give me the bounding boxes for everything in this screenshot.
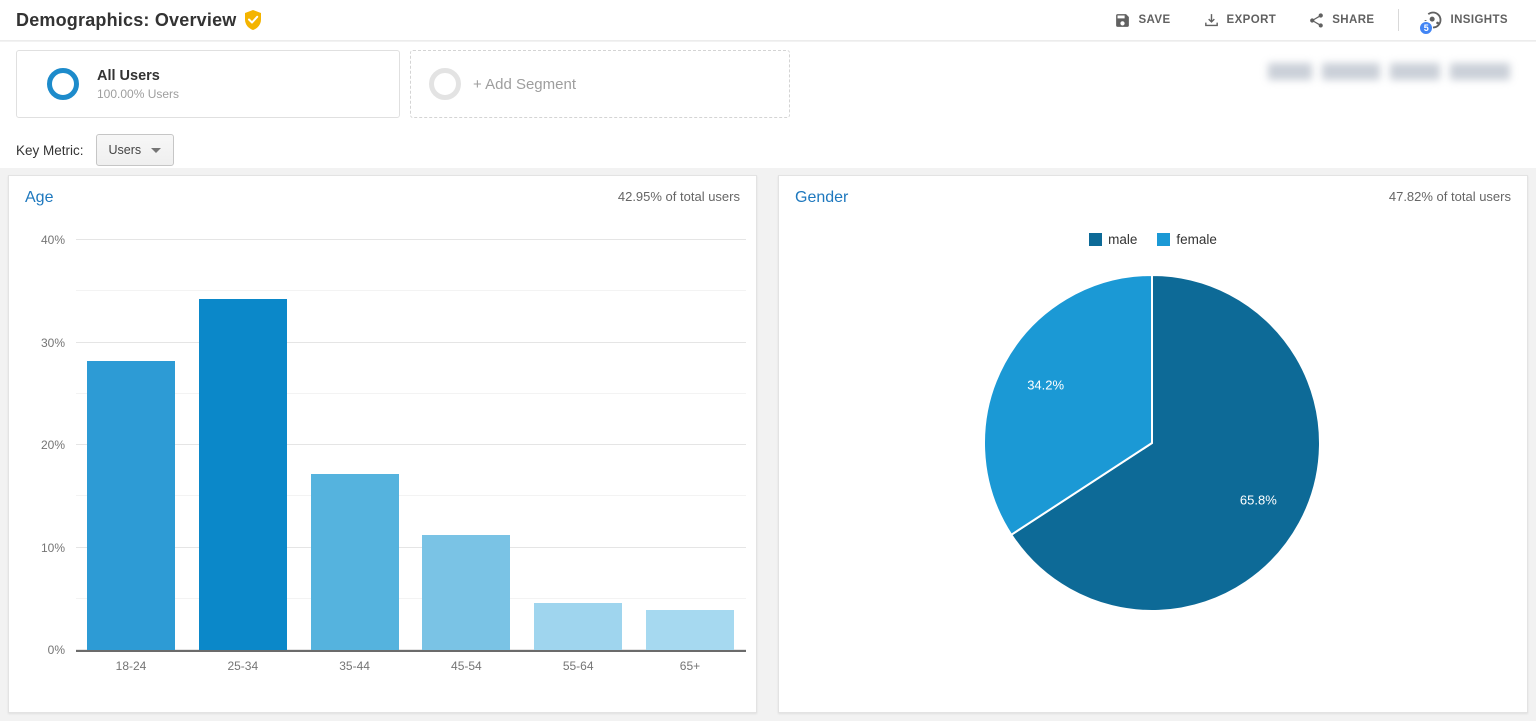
add-segment-circle-icon [429, 68, 461, 100]
export-label: EXPORT [1227, 14, 1277, 26]
bars-row: 18-24 25-34 35-44 45-54 55-64 65+ [87, 240, 734, 650]
page-title-text: Demographics: Overview [16, 10, 236, 31]
age-panel-header: Age 42.95% of total users [9, 176, 756, 207]
blurred-text [1268, 63, 1312, 80]
insights-button[interactable]: 5 INSIGHTS [1409, 2, 1522, 38]
x-axis-tick-label: 25-34 [199, 659, 287, 673]
blurred-text [1390, 63, 1440, 80]
save-button[interactable]: SAVE [1100, 4, 1184, 37]
bar-25-34[interactable] [199, 299, 287, 650]
gender-panel: Gender 47.82% of total users male female… [778, 175, 1528, 713]
gender-pie-svg: 65.8% 34.2% [779, 176, 1529, 714]
y-axis-tick-label: 20% [41, 438, 65, 452]
toolbar-divider [1398, 9, 1399, 31]
segment-all-users[interactable]: All Users 100.00% Users [16, 50, 400, 118]
insights-icon: 5 [1423, 10, 1443, 30]
age-panel: Age 42.95% of total users 0% 10% 20% 30% 40%… [8, 175, 757, 713]
y-axis-tick-label: 0% [48, 643, 65, 657]
key-metric-row: Key Metric: Users [16, 132, 174, 168]
blurred-text [1450, 63, 1510, 80]
save-icon [1114, 12, 1131, 29]
insights-badge-count: 5 [1419, 21, 1433, 35]
share-icon [1308, 12, 1325, 29]
bar-slot: 18-24 [87, 240, 175, 650]
add-segment-label: + Add Segment [473, 76, 576, 93]
add-segment-button[interactable]: + Add Segment [410, 50, 790, 118]
key-metric-dropdown[interactable]: Users [96, 134, 175, 166]
segment-subtitle: 100.00% Users [97, 87, 179, 101]
bar-slot: 55-64 [534, 240, 622, 650]
age-panel-title-link[interactable]: Age [25, 189, 53, 207]
insights-label: INSIGHTS [1450, 14, 1508, 26]
age-bar-plot: 0%10%20%30%40%18-2425-3435-4445-5455-646… [76, 240, 746, 652]
save-label: SAVE [1138, 14, 1170, 26]
bar-45-54[interactable] [422, 535, 510, 650]
top-bar: Demographics: Overview SAVE EXPORT [0, 0, 1536, 41]
x-axis-tick-label: 55-64 [534, 659, 622, 673]
x-axis-tick-label: 35-44 [311, 659, 399, 673]
pie-slice-label-female: 34.2% [1027, 377, 1064, 392]
bar-35-44[interactable] [311, 474, 399, 650]
segments-section: All Users 100.00% Users + Add Segment Ke… [0, 42, 1536, 168]
bar-slot: 65+ [646, 240, 734, 650]
date-range-selector-blurred[interactable] [1268, 56, 1510, 86]
y-axis-tick-label: 10% [41, 541, 65, 555]
bar-18-24[interactable] [87, 361, 175, 650]
top-actions: SAVE EXPORT SHARE [1100, 2, 1522, 38]
bar-slot: 45-54 [422, 240, 510, 650]
age-total-users-text: 42.95% of total users [618, 189, 740, 204]
x-axis-tick-label: 65+ [646, 659, 734, 673]
shield-check-icon [244, 10, 262, 30]
segment-circle-icon [47, 68, 79, 100]
key-metric-selected-value: Users [109, 143, 142, 157]
export-button[interactable]: EXPORT [1189, 4, 1291, 37]
share-label: SHARE [1332, 14, 1374, 26]
chevron-down-icon [151, 148, 161, 153]
segment-title: All Users [97, 67, 179, 87]
bar-65+[interactable] [646, 610, 734, 650]
key-metric-label: Key Metric: [16, 143, 84, 158]
bar-slot: 35-44 [311, 240, 399, 650]
y-axis-tick-label: 30% [41, 336, 65, 350]
x-axis-tick-label: 18-24 [87, 659, 175, 673]
bar-55-64[interactable] [534, 603, 622, 650]
share-button[interactable]: SHARE [1294, 4, 1388, 37]
page-title: Demographics: Overview [16, 10, 262, 31]
pie-slice-label-male: 65.8% [1240, 493, 1277, 508]
bar-slot: 25-34 [199, 240, 287, 650]
blurred-text [1322, 63, 1380, 80]
x-axis-tick-label: 45-54 [422, 659, 510, 673]
y-axis-tick-label: 40% [41, 233, 65, 247]
export-icon [1203, 12, 1220, 29]
